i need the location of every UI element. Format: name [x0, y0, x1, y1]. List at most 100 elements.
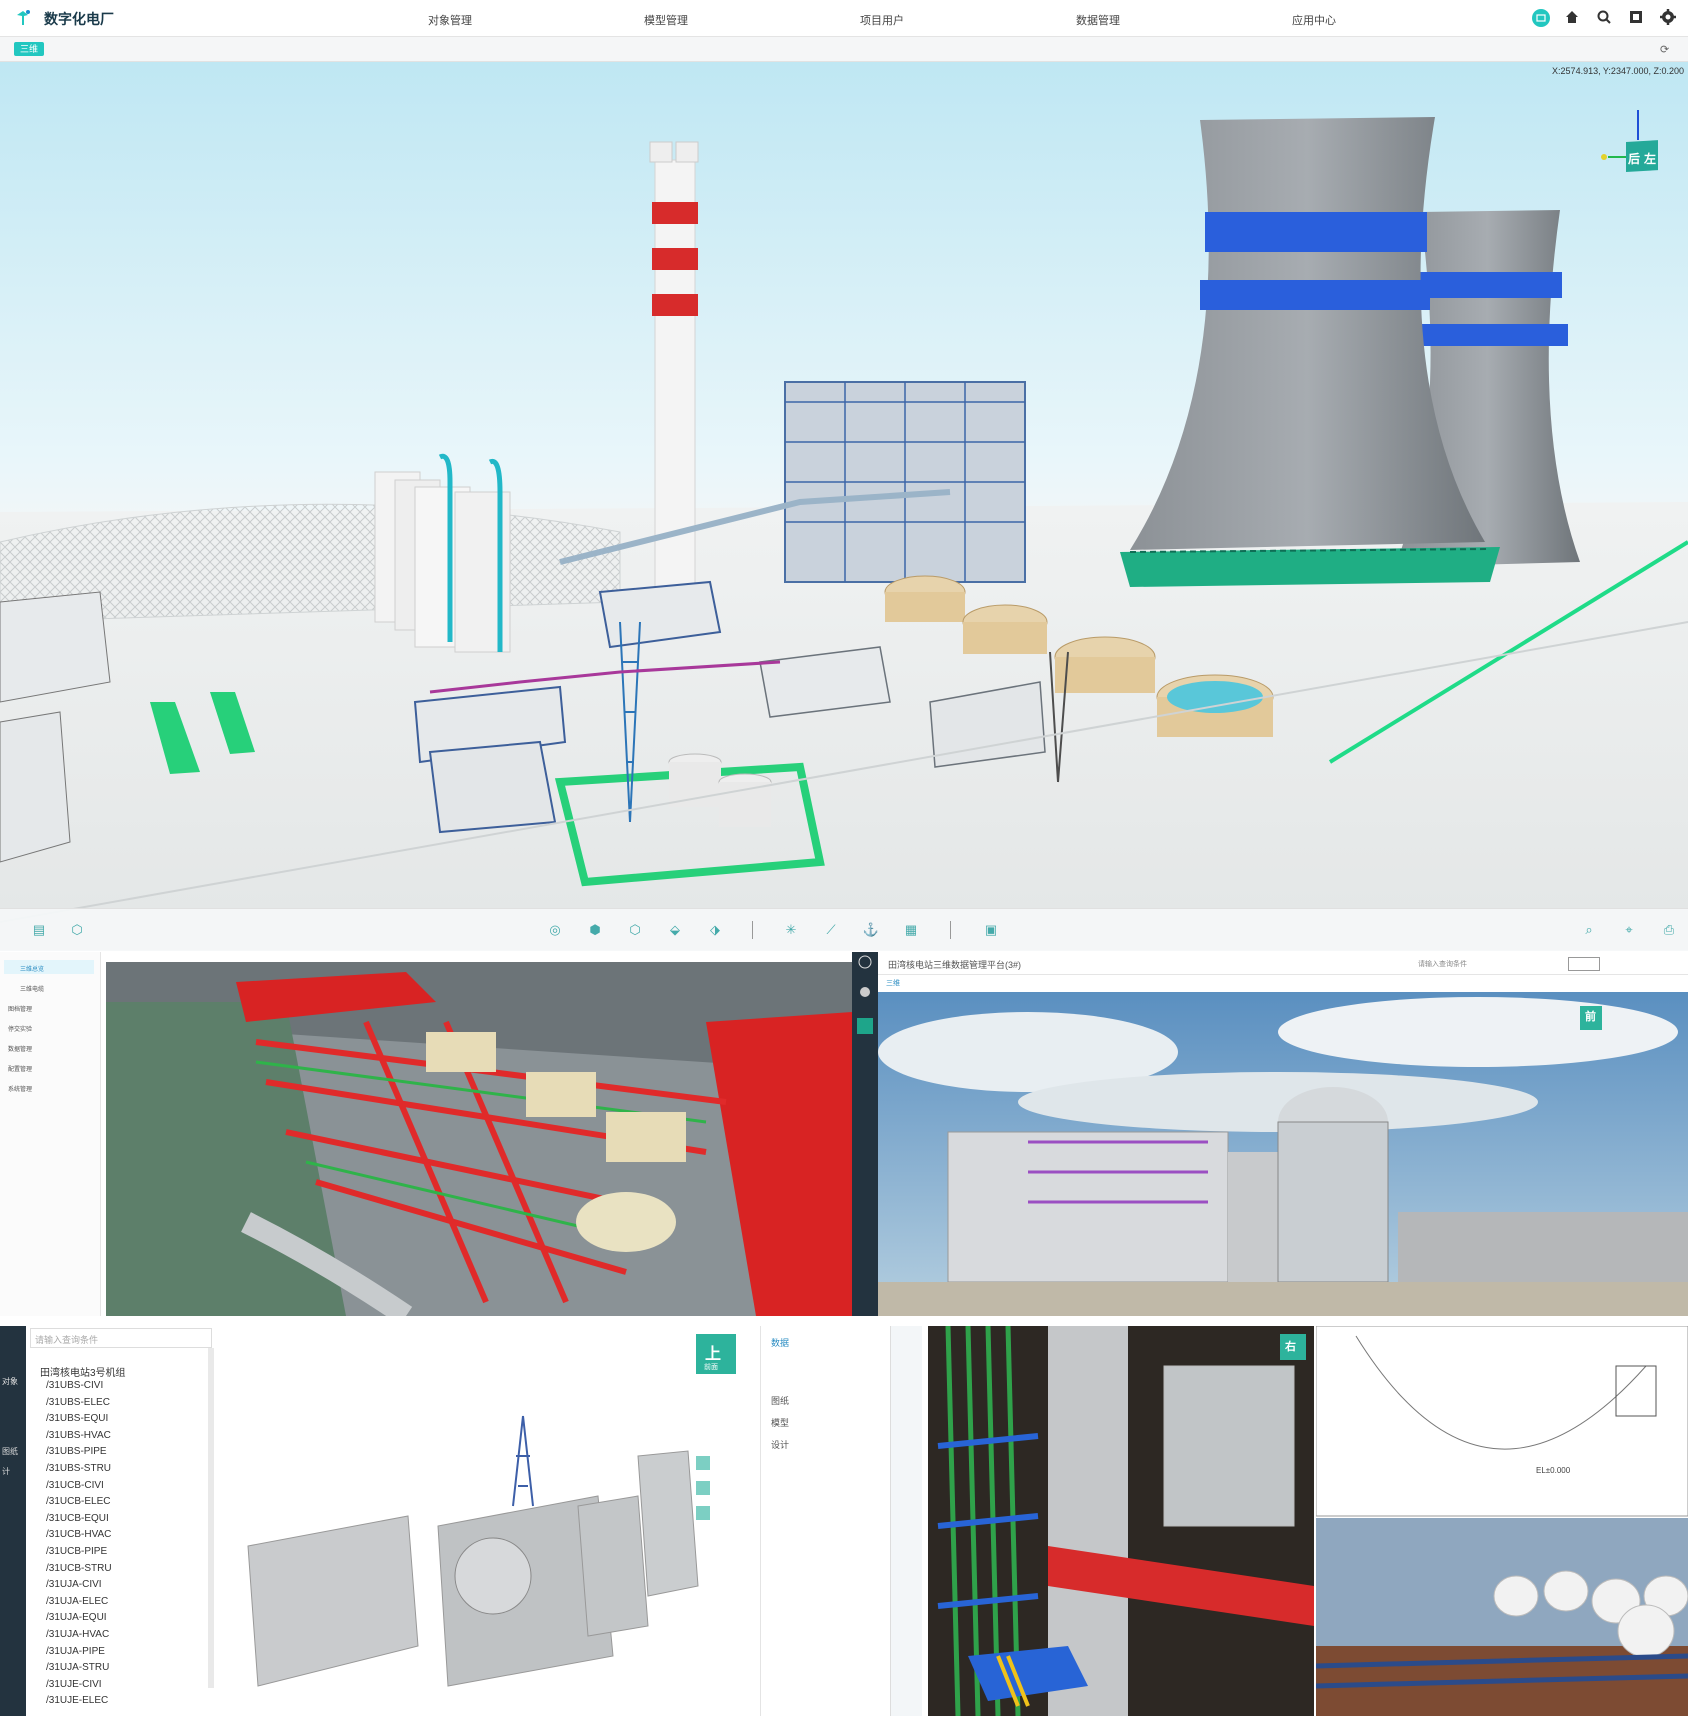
search-icon[interactable]: [1595, 9, 1613, 27]
toolbar-divider: [950, 921, 951, 939]
panel-d-side-label-objects[interactable]: 对象: [2, 1376, 24, 1387]
panel-d-side-label-drawings[interactable]: 图纸: [2, 1446, 18, 1457]
panel-c-select[interactable]: [1568, 957, 1600, 971]
settings-icon[interactable]: [1659, 9, 1677, 27]
panel-c-tab-3d[interactable]: 三维: [886, 978, 900, 988]
cube-measure-icon[interactable]: ⬙: [666, 921, 684, 939]
camera-icon[interactable]: ⎙: [1660, 921, 1678, 939]
drawing-elevation-label: EL±0.000: [1536, 1466, 1571, 1475]
tree-row[interactable]: /31UBS-ELEC: [46, 1397, 110, 1408]
3d-viewport[interactable]: X:2574.913, Y:2347.000, Z:0.200 后 左: [0, 62, 1688, 950]
view-tab-bar: 三维 ⟳: [0, 37, 1688, 62]
panel-d-search-input[interactable]: 请输入查询条件: [30, 1328, 212, 1348]
measure-line-icon[interactable]: ⟋: [822, 921, 840, 939]
tree-row[interactable]: /31UCB-HVAC: [46, 1529, 111, 1540]
panel-c-title: 田湾核电站三维数据管理平台(3#): [888, 960, 1022, 970]
tree-row[interactable]: /31UBS-HVAC: [46, 1430, 111, 1441]
tree-row[interactable]: /31UJE-CIVI: [46, 1679, 102, 1690]
right-panel-drawings[interactable]: 图纸: [771, 1394, 789, 1407]
tree-row[interactable]: /31UCB-PIPE: [46, 1546, 107, 1557]
tree-row[interactable]: /31UCB-STRU: [46, 1563, 112, 1574]
tree-row[interactable]: /31UJA-HVAC: [46, 1629, 109, 1640]
pipes-3d-view[interactable]: [928, 1326, 1314, 1716]
fullscreen-icon[interactable]: [1627, 9, 1645, 27]
panel-c-dark-sidebar: [852, 952, 878, 1316]
sidebar-item-drawings[interactable]: 图档管理: [8, 1004, 32, 1013]
nav-project-users[interactable]: 项目用户: [860, 12, 904, 28]
viewport-toolbar: ▤ ⬡ ◎ ⬢ ⬡ ⬙ ⬗ ✳ ⟋ ⚓ ▦ ▣ ⌕ ⌖ ⎙: [0, 908, 1688, 951]
screenshot-panel-piping: 三维总览 三维电缆 图档管理 停交实验 数据管理 配置管理 系统管理: [0, 952, 852, 1316]
tree-row[interactable]: /31UBS-PIPE: [46, 1446, 107, 1457]
app-title: 数字化电厂: [44, 11, 114, 27]
gray-model-3d-view[interactable]: [218, 1326, 758, 1716]
sidebar-item-tests[interactable]: 停交实验: [8, 1024, 32, 1033]
panel-d-side-label-design[interactable]: 计: [2, 1466, 10, 1477]
model-cube-icon[interactable]: ⬡: [68, 921, 86, 939]
sidebar-item-3d-cable[interactable]: 三维电缆: [20, 984, 44, 993]
user-badge-icon[interactable]: [1532, 9, 1550, 27]
panel-d-dark-sidebar: 对象 图纸 计: [0, 1326, 26, 1716]
right-panel-design[interactable]: 设计: [771, 1438, 789, 1451]
cube-section-icon[interactable]: ⬗: [706, 921, 724, 939]
refresh-icon[interactable]: ⟳: [1660, 43, 1669, 56]
toolbar-divider: [752, 921, 753, 939]
right-panel-header[interactable]: 数据: [771, 1336, 789, 1349]
nav-cube[interactable]: 后 左: [1598, 102, 1660, 182]
nav-app-center[interactable]: 应用中心: [1292, 12, 1336, 28]
layers-icon[interactable]: ▤: [30, 921, 48, 939]
nav-model-management[interactable]: 模型管理: [644, 12, 688, 28]
tree-row[interactable]: /31UCB-CIVI: [46, 1480, 104, 1491]
panel-d-property-list: [890, 1326, 922, 1716]
nav-data-management[interactable]: 数据管理: [1076, 12, 1120, 28]
tree-scrollbar[interactable]: [208, 1348, 214, 1688]
cad-drawing-view[interactable]: [1316, 1326, 1688, 1716]
panel-e-nav-cube[interactable]: 右: [1285, 1338, 1296, 1354]
nuclear-sky-3d-view[interactable]: [878, 992, 1688, 1316]
piping-3d-view[interactable]: [106, 962, 852, 1316]
tree-row[interactable]: /31UJE-ELEC: [46, 1695, 108, 1706]
tree-row[interactable]: /31UBS-STRU: [46, 1463, 111, 1474]
logo-icon: [14, 9, 32, 27]
panel-c-nav-cube[interactable]: 前: [1585, 1008, 1596, 1024]
panel-d-nav-cube[interactable]: 上: [705, 1340, 721, 1364]
sidebar-item-system[interactable]: 系统管理: [8, 1084, 32, 1093]
sidebar-item-3d-overview[interactable]: 三维总览: [20, 964, 44, 973]
panel-c-search-input[interactable]: 请输入查询条件: [1418, 959, 1467, 969]
cube-solid-icon[interactable]: ⬢: [586, 921, 604, 939]
tab-3d-view[interactable]: 三维: [14, 42, 44, 56]
tree-root[interactable]: 田湾核电站3号机组: [40, 1364, 126, 1379]
sidebar-item-config[interactable]: 配置管理: [8, 1064, 32, 1073]
tree-row[interactable]: /31UBS-EQUI: [46, 1413, 108, 1424]
pin-icon[interactable]: ⌖: [1620, 921, 1638, 939]
screenshot-panel-drawing: EL±0.000: [1316, 1326, 1688, 1716]
nav-cube-face-left[interactable]: 左: [1644, 150, 1656, 167]
tree-row[interactable]: /31UJA-STRU: [46, 1662, 109, 1673]
grid-icon[interactable]: ▦: [902, 921, 920, 939]
tree-row[interactable]: /31UJA-CIVI: [46, 1579, 102, 1590]
panel-d-search-placeholder: 请输入查询条件: [35, 1335, 99, 1345]
panel-d-nav-cube-sub: 前面: [704, 1364, 718, 1371]
network-icon[interactable]: ✳: [782, 921, 800, 939]
panel-d-right-panel: 数据 图纸 模型 设计: [760, 1326, 891, 1716]
frame-icon[interactable]: ▣: [982, 921, 1000, 939]
right-panel-model[interactable]: 模型: [771, 1416, 789, 1429]
panel-c-header: 田湾核电站三维数据管理平台(3#) 请输入查询条件: [878, 952, 1688, 975]
screenshot-panel-pipes: 右: [928, 1326, 1314, 1716]
tree-row[interactable]: /31UCB-EQUI: [46, 1513, 109, 1524]
nav-object-management[interactable]: 对象管理: [428, 12, 472, 28]
nav-cube-face-back[interactable]: 后: [1628, 150, 1640, 167]
locate-icon[interactable]: ◎: [546, 921, 564, 939]
panel-sidebar: 三维总览 三维电缆 图档管理 停交实验 数据管理 配置管理 系统管理: [0, 952, 101, 1316]
tree-row[interactable]: /31UJA-ELEC: [46, 1596, 108, 1607]
tree-row[interactable]: /31UJA-PIPE: [46, 1646, 105, 1657]
tree-row[interactable]: /31UJA-EQUI: [46, 1612, 107, 1623]
home-icon[interactable]: [1563, 9, 1581, 27]
sidebar-item-data[interactable]: 数据管理: [8, 1044, 32, 1053]
tree-row[interactable]: /31UCB-ELEC: [46, 1496, 110, 1507]
tree-row[interactable]: /31UBS-CIVI: [46, 1380, 103, 1391]
top-navbar: 数字化电厂 对象管理 模型管理 项目用户 数据管理 应用中心: [0, 0, 1688, 37]
sidebar-active-highlight: [4, 960, 94, 974]
anchor-icon[interactable]: ⚓: [862, 921, 880, 939]
zoom-icon[interactable]: ⌕: [1580, 921, 1598, 939]
cube-outline-icon[interactable]: ⬡: [626, 921, 644, 939]
